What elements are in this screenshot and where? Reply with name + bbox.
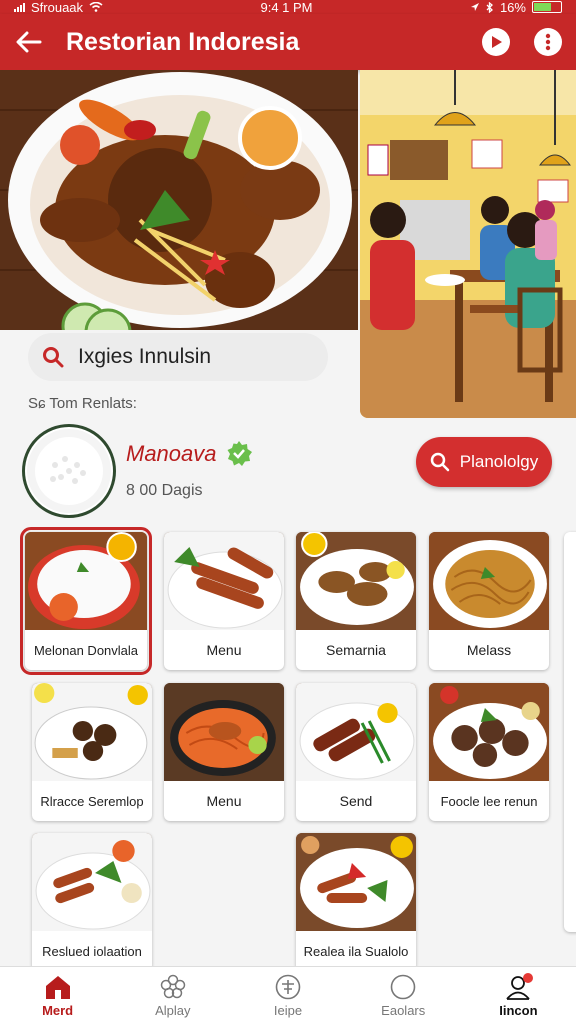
dish-image: [429, 532, 549, 630]
menu-item-label: Menu: [206, 642, 242, 658]
bluetooth-icon: [486, 1, 493, 13]
app-root: Sfrouaak 9:4 1 PM 16% Restorian Indoresi…: [0, 0, 576, 1024]
restaurant-name: Manoava: [126, 441, 217, 466]
dish-image: [32, 833, 152, 931]
menu-item-label: Rlracce Seremlop: [40, 793, 144, 809]
nav-tab-iincon[interactable]: Iincon: [461, 967, 576, 1024]
plus-circle-icon: [275, 974, 301, 999]
play-button[interactable]: [482, 28, 510, 56]
menu-item-card[interactable]: Realea ila Sualolo: [296, 833, 416, 971]
section-hint: Sɕ Tom Renlats:: [28, 395, 137, 412]
menu-item-label: Realea ila Sualolo: [303, 943, 409, 959]
menu-item-card[interactable]: Rlracce Seremlop: [32, 683, 152, 821]
restaurant-name-row: Manoava: [126, 440, 253, 468]
menu-item-card[interactable]: Foocle lee renun: [429, 683, 549, 821]
planology-button[interactable]: Planololgy: [416, 437, 552, 487]
more-vert-icon: [545, 33, 551, 51]
arrow-left-icon: [16, 31, 42, 53]
menu-item-card[interactable]: Melonan Donvlala: [20, 527, 152, 675]
battery-icon: [531, 1, 562, 13]
nav-label-ieipe: Ieipe: [273, 1002, 303, 1018]
nav-label-alplay: Alplay: [155, 1002, 191, 1018]
menu-item-card[interactable]: Semarnia: [296, 532, 416, 670]
home-icon: [45, 975, 70, 999]
dish-image: [429, 683, 549, 781]
nav-tab-home[interactable]: Merd: [0, 967, 115, 1024]
dish-image: [32, 683, 152, 781]
page-title: Restorian Indoresia: [66, 27, 300, 56]
search-input[interactable]: Ixgies Innulsin: [78, 345, 211, 369]
signal-icon: [14, 2, 25, 12]
search-bar[interactable]: Ixgies Innulsin: [28, 333, 328, 381]
bottom-navigation: Merd Alplay Ieipe Eaolars Iincon: [0, 966, 576, 1024]
notification-badge: [522, 973, 533, 983]
menu-item-label: Send: [339, 793, 373, 809]
app-bar: Restorian Indoresia: [0, 14, 576, 70]
search-icon: [43, 347, 64, 368]
play-icon: [492, 36, 502, 48]
nav-tab-eaolars[interactable]: Eaolars: [346, 967, 461, 1024]
next-column-card[interactable]: [564, 532, 576, 932]
menu-item-label: Foocle lee renun: [440, 793, 538, 809]
menu-item-label: Melonan Donvlala: [33, 642, 139, 658]
dish-image: [296, 833, 416, 931]
hero-food-image: [0, 70, 358, 330]
menu-item-label: Melass: [466, 642, 512, 658]
wifi-icon: [89, 2, 103, 12]
menu-item-card[interactable]: Menu: [164, 683, 284, 821]
circle-icon: [390, 974, 416, 999]
dish-image: [296, 683, 416, 781]
nav-label-iincon: Iincon: [499, 1002, 538, 1018]
nav-label-home: Merd: [42, 1002, 74, 1018]
restaurant-avatar[interactable]: [22, 424, 116, 518]
menu-item-label: Menu: [206, 793, 242, 809]
menu-item-card[interactable]: Melass: [429, 532, 549, 670]
restaurant-subtitle: 8 00 Dagis: [126, 482, 203, 499]
carrier-label: Sfrouaak: [31, 0, 84, 14]
menu-item-label: Reslued iolaation: [42, 943, 142, 959]
battery-percent: 16%: [499, 0, 526, 14]
more-options-button[interactable]: [534, 28, 562, 56]
dish-image: [25, 532, 147, 630]
search-icon: [430, 452, 450, 472]
verified-badge-icon: [227, 441, 252, 466]
dish-image: [164, 532, 284, 630]
location-icon: [470, 3, 479, 11]
dish-image: [296, 532, 416, 630]
menu-item-card[interactable]: Reslued iolaation: [32, 833, 152, 971]
clock: 9:4 1 PM: [260, 0, 313, 14]
nav-tab-ieipe[interactable]: Ieipe: [230, 967, 345, 1024]
status-bar: Sfrouaak 9:4 1 PM 16%: [0, 0, 576, 14]
nav-tab-alplay[interactable]: Alplay: [115, 967, 230, 1024]
flower-icon: [160, 974, 186, 998]
dish-image: [164, 683, 284, 781]
menu-item-card[interactable]: Send: [296, 683, 416, 821]
restaurant-interior-image: [360, 70, 576, 418]
back-button[interactable]: [14, 27, 44, 57]
menu-item-label: Semarnia: [326, 642, 386, 658]
planology-label: Planololgy: [459, 452, 539, 471]
nav-label-eaolars: Eaolars: [381, 1002, 426, 1018]
menu-item-card[interactable]: Menu: [164, 532, 284, 670]
